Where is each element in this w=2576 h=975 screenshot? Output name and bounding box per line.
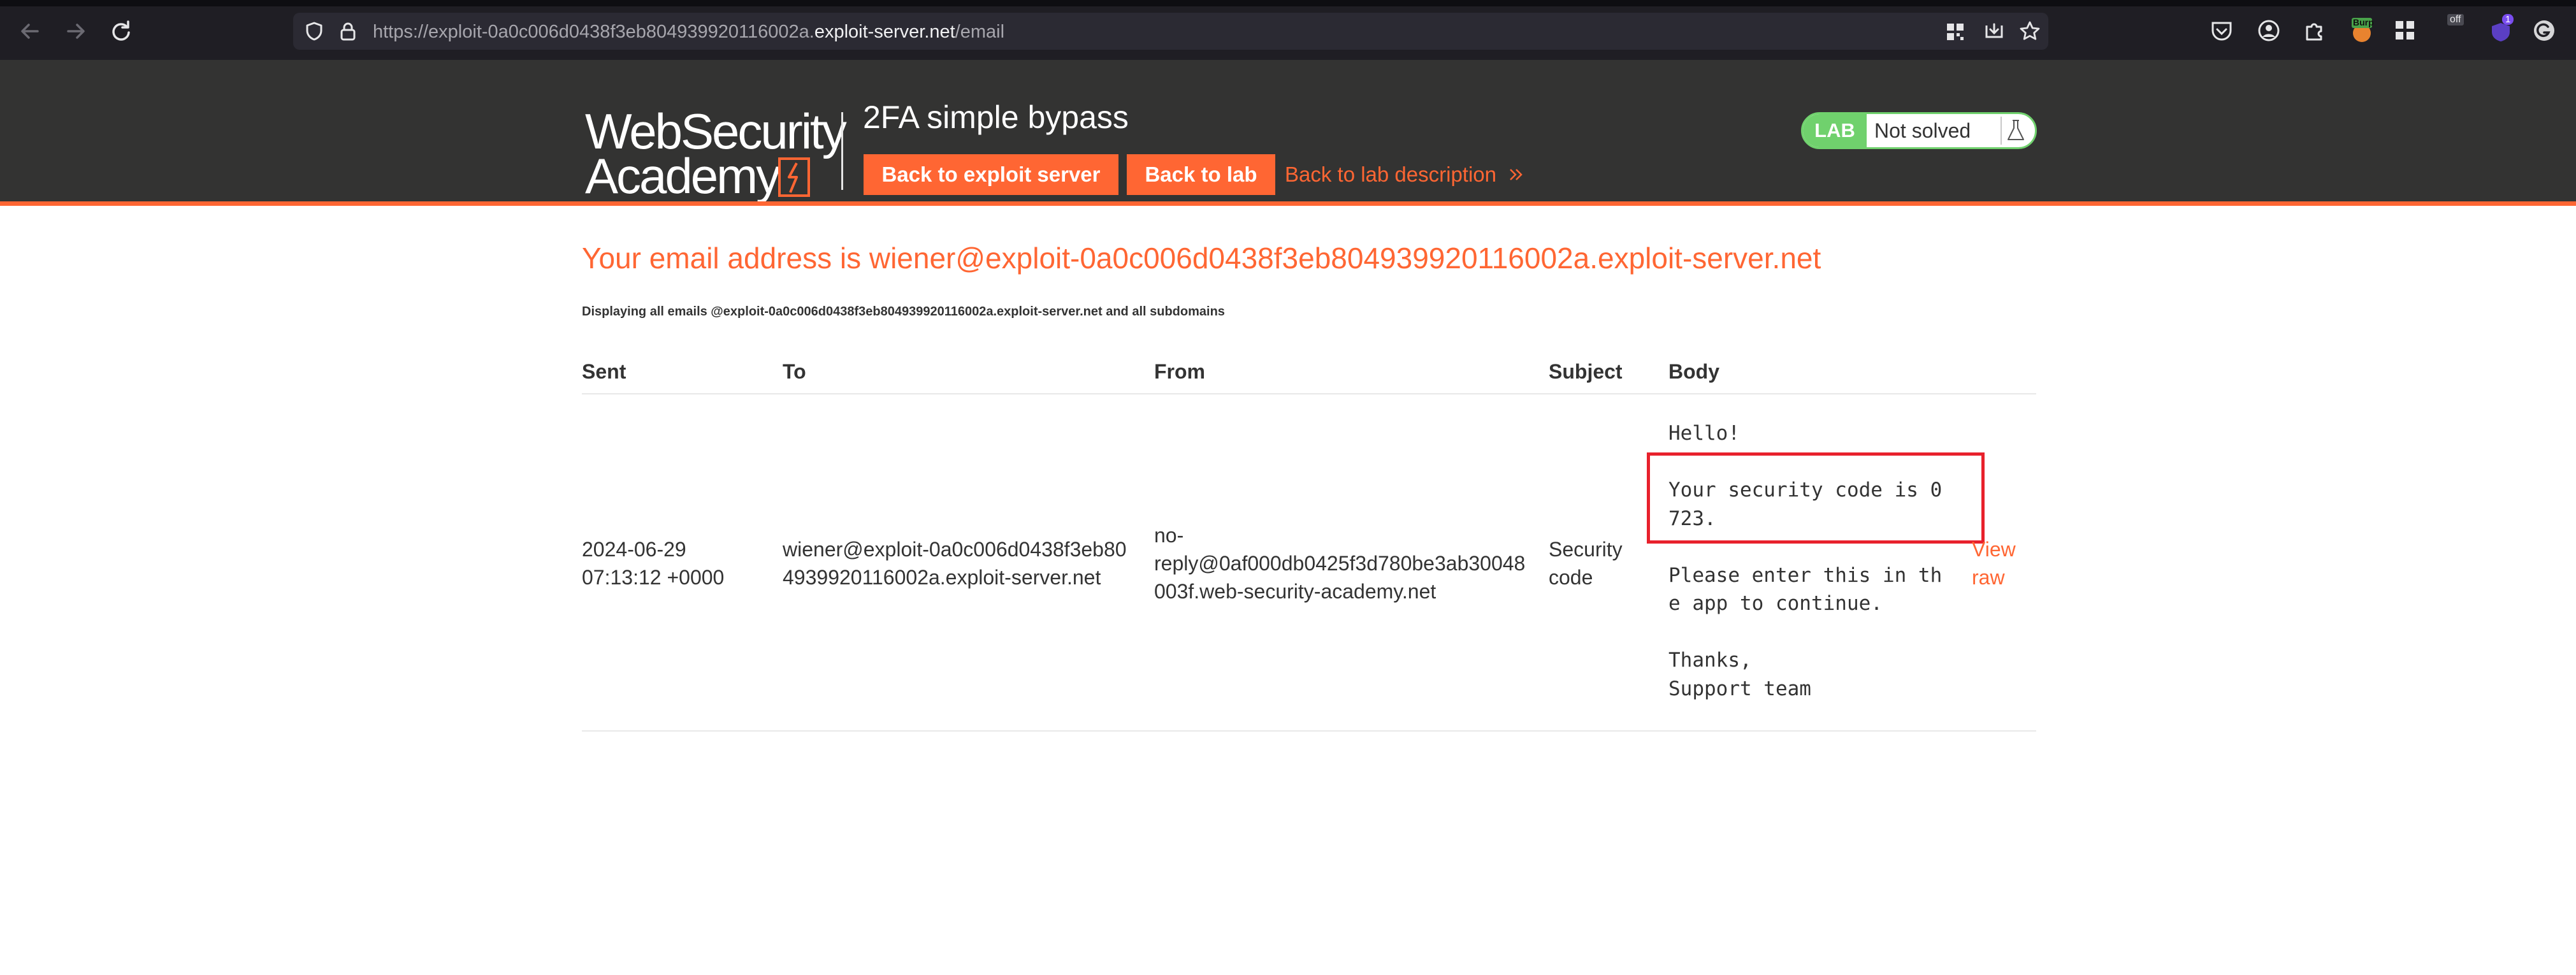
lock-icon[interactable] (338, 20, 358, 42)
back-arrow-icon[interactable] (17, 18, 43, 45)
off-badge-label: off (2447, 14, 2464, 25)
browser-toolbar: https://exploit-0a0c006d0438f3eb80493992… (0, 0, 2576, 61)
header-divider (841, 112, 843, 190)
address-bar[interactable]: https://exploit-0a0c006d0438f3eb80493992… (293, 13, 2048, 50)
lab-status-text: Not solved (1874, 119, 1971, 142)
bookmark-star-icon[interactable] (2019, 20, 2041, 42)
url-prefix: https://exploit-0a0c006d0438f3eb80493992… (373, 22, 814, 42)
subject-cell: Security code (1549, 535, 1623, 591)
email-address-heading: Your email address is wiener@exploit-0a0… (582, 242, 1821, 275)
from-line-1: no- (1154, 524, 1184, 547)
url-host: exploit-server.net (814, 22, 955, 42)
logo-line-academy: Academy (585, 148, 781, 204)
to-line-2: 4939920116002a.exploit-server.net (783, 566, 1101, 589)
subject-line-2: code (1549, 566, 1593, 589)
back-to-lab-button[interactable]: Back to lab (1127, 154, 1275, 195)
save-to-pocket-icon[interactable] (1983, 20, 2005, 42)
extension-grid-icon[interactable] (2392, 18, 2418, 43)
view-raw-link[interactable]: View raw (1972, 535, 2036, 591)
lab-status-widget: LAB Not solved (1801, 112, 2037, 149)
url-text[interactable]: https://exploit-0a0c006d0438f3eb80493992… (373, 22, 1004, 43)
lab-header: WebSecurity Academy 2FA simple bypass Ba… (0, 60, 2576, 203)
from-cell: no- reply@0af000db0425f3d780be3ab30048 0… (1154, 521, 1525, 605)
shield-icon[interactable] (303, 20, 325, 42)
url-path: /email (955, 22, 1005, 42)
lab-title: 2FA simple bypass (863, 99, 1129, 135)
from-line-2: reply@0af000db0425f3d780be3ab30048 (1154, 552, 1526, 575)
notification-count-badge: 1 (2502, 14, 2514, 25)
burp-badge-label: Burp (2353, 17, 2374, 27)
account-icon[interactable] (2256, 18, 2282, 43)
sent-time: 07:13:12 +0000 (582, 566, 725, 589)
purple-extension-icon[interactable]: 1 (2489, 14, 2515, 43)
header-accent-border (0, 201, 2576, 206)
double-chevron-right-icon (1510, 169, 1523, 180)
column-header-from: From (1154, 360, 1205, 383)
column-header-to: To (783, 360, 806, 383)
qr-grid-icon[interactable] (1945, 22, 1965, 42)
grammarly-icon[interactable] (2531, 18, 2557, 43)
displaying-emails-note: Displaying all emails @exploit-0a0c006d0… (582, 305, 1225, 319)
extensions-puzzle-icon[interactable] (2302, 18, 2327, 43)
back-to-description-label: Back to lab description (1285, 162, 1497, 186)
to-cell: wiener@exploit-0a0c006d0438f3eb80 493992… (783, 535, 1127, 591)
lightning-bolt-icon (778, 157, 810, 197)
column-header-sent: Sent (582, 360, 626, 383)
table-header-divider (582, 393, 2036, 394)
back-to-exploit-server-button[interactable]: Back to exploit server (864, 154, 1118, 195)
off-extension-icon[interactable]: off (2445, 14, 2473, 43)
back-to-lab-description-link[interactable]: Back to lab description (1285, 154, 1525, 195)
forward-arrow-icon[interactable] (62, 18, 89, 45)
sent-cell: 2024-06-29 07:13:12 +0000 (582, 535, 724, 591)
reload-icon[interactable] (107, 18, 134, 45)
table-row-divider (582, 730, 2036, 732)
to-line-1: wiener@exploit-0a0c006d0438f3eb80 (783, 538, 1127, 561)
pocket-icon[interactable] (2209, 18, 2234, 43)
tab-strip-edge (0, 0, 2576, 6)
security-code-highlight (1647, 452, 1985, 544)
burp-extension-icon[interactable]: Burp (2349, 17, 2375, 43)
sent-date: 2024-06-29 (582, 538, 686, 561)
lab-badge: LAB (1803, 114, 1867, 147)
column-header-subject: Subject (1549, 360, 1623, 383)
column-header-body: Body (1668, 360, 1719, 383)
flask-icon (2001, 117, 2024, 145)
from-line-3: 003f.web-security-academy.net (1154, 580, 1436, 603)
subject-line-1: Security (1549, 538, 1623, 561)
websecurity-academy-logo[interactable]: WebSecurity Academy (585, 106, 847, 204)
